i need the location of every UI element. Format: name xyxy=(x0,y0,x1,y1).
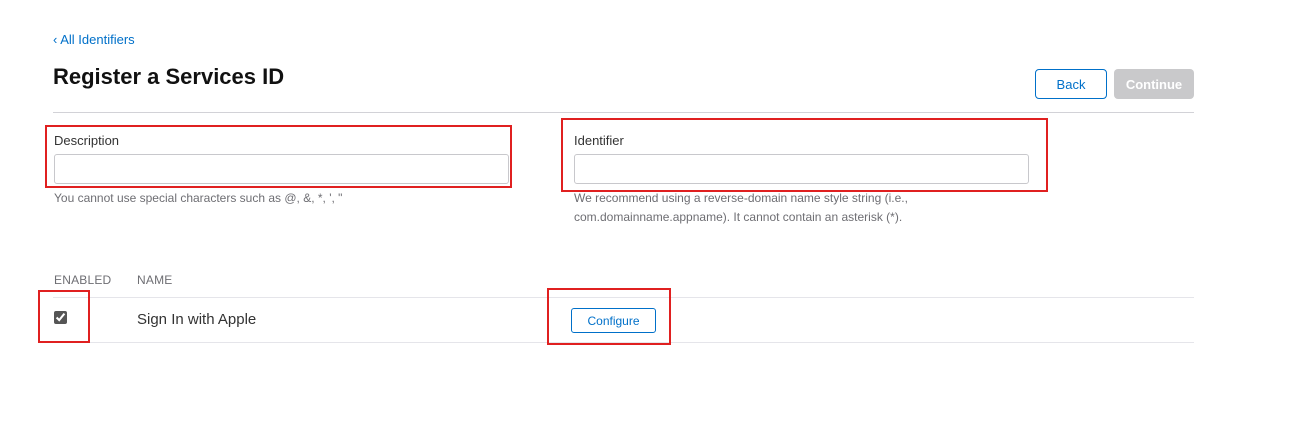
continue-button[interactable]: Continue xyxy=(1114,69,1194,99)
header-divider xyxy=(53,112,1194,113)
checkbox-highlight-box xyxy=(38,290,90,343)
identifier-hint-line-2: com.domainname.appname). It cannot conta… xyxy=(574,210,903,224)
column-header-name: NAME xyxy=(137,273,173,287)
description-hint: You cannot use special characters such a… xyxy=(54,191,343,205)
back-button[interactable]: Back xyxy=(1035,69,1107,99)
column-header-enabled: ENABLED xyxy=(54,273,112,287)
identifier-highlight-box xyxy=(561,118,1048,192)
configure-highlight-box xyxy=(547,288,671,345)
description-highlight-box xyxy=(45,125,512,188)
back-to-identifiers-link[interactable]: ‹ All Identifiers xyxy=(53,32,135,47)
capability-name: Sign In with Apple xyxy=(137,311,257,328)
page-title: Register a Services ID xyxy=(53,64,285,89)
